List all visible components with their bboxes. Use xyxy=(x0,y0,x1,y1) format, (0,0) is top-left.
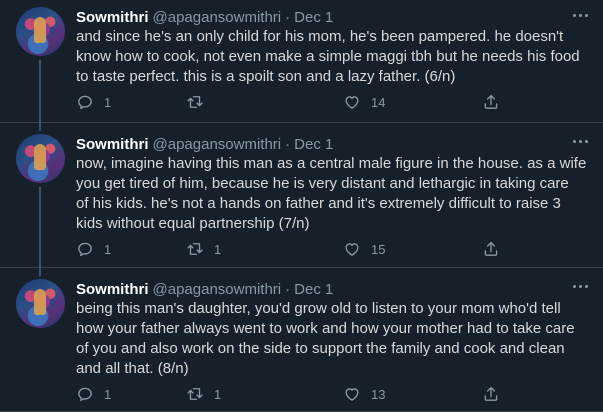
retweet-count: 1 xyxy=(214,386,222,402)
share-button[interactable] xyxy=(482,92,500,112)
tweet-text-line: know how to cook, not even make a simple… xyxy=(76,48,580,65)
reply-icon xyxy=(78,387,92,402)
more-icon xyxy=(572,13,576,17)
avatar[interactable] xyxy=(16,279,65,328)
tweet-actions: 1 1 13 xyxy=(76,384,516,404)
tweet-text-line: being this man's daughter, you'd grow ol… xyxy=(76,300,561,317)
tweet-text-line: kids without equal partnership (7/n) xyxy=(76,215,310,232)
tweet-text-line: of his kids. he's not a hands on father … xyxy=(76,195,561,212)
like-button[interactable]: 15 xyxy=(343,239,385,259)
share-icon xyxy=(484,94,498,109)
like-button[interactable]: 13 xyxy=(343,384,385,404)
more-icon xyxy=(572,139,576,143)
retweet-icon xyxy=(187,388,203,400)
tweet-text-line: to taste perfect. this is a spoilt son a… xyxy=(76,68,456,85)
separator: · xyxy=(285,9,291,26)
user-handle[interactable]: @apagansowmithri xyxy=(153,9,282,26)
tweet-text-line: you get tired of him, because he is very… xyxy=(76,175,569,192)
tweet-text: now, imagine having this man as a centra… xyxy=(76,154,592,234)
like-button[interactable]: 14 xyxy=(343,92,385,112)
tweet-header: Sowmithri @apagansowmithri · Dec 1 xyxy=(76,8,333,27)
tweet-text: being this man's daughter, you'd grow ol… xyxy=(76,299,592,379)
reply-button[interactable]: 1 xyxy=(76,239,111,259)
tweet-text-line: now, imagine having this man as a centra… xyxy=(76,155,587,172)
reply-button[interactable]: 1 xyxy=(76,92,111,112)
tweet-date[interactable]: Dec 1 xyxy=(294,136,333,153)
share-icon xyxy=(484,386,498,401)
retweet-icon xyxy=(187,243,203,255)
share-icon xyxy=(484,241,498,256)
tweet[interactable]: Sowmithri @apagansowmithri · Dec 1 and s… xyxy=(0,0,603,123)
more-icon xyxy=(572,284,576,288)
reply-button[interactable]: 1 xyxy=(76,384,111,404)
retweet-button[interactable]: 1 xyxy=(186,384,221,404)
avatar[interactable] xyxy=(16,7,65,56)
tweet-text-line: of you and also work on the side to supp… xyxy=(76,340,565,357)
tweet-header: Sowmithri @apagansowmithri · Dec 1 xyxy=(76,135,333,154)
tweet-header: Sowmithri @apagansowmithri · Dec 1 xyxy=(76,280,333,299)
more-options-button[interactable] xyxy=(571,277,589,295)
thread-line xyxy=(39,187,41,268)
reply-icon xyxy=(78,95,92,110)
user-handle[interactable]: @apagansowmithri xyxy=(153,281,282,298)
reply-count: 1 xyxy=(104,386,112,402)
like-icon xyxy=(345,243,359,256)
share-button[interactable] xyxy=(482,239,500,259)
user-handle[interactable]: @apagansowmithri xyxy=(153,136,282,153)
avatar[interactable] xyxy=(16,134,65,183)
share-button[interactable] xyxy=(482,384,500,404)
tweet-text-line: how your father always went to work and … xyxy=(76,320,575,337)
retweet-count: 1 xyxy=(214,241,222,257)
tweet-actions: 1 14 xyxy=(76,92,516,112)
more-options-button[interactable] xyxy=(571,132,589,150)
display-name[interactable]: Sowmithri xyxy=(76,9,149,26)
reply-icon xyxy=(78,242,92,257)
display-name[interactable]: Sowmithri xyxy=(76,136,149,153)
tweet-text: and since he's an only child for his mom… xyxy=(76,27,592,87)
reply-count: 1 xyxy=(104,241,112,257)
like-count: 15 xyxy=(371,241,386,257)
retweet-button[interactable] xyxy=(186,92,214,112)
like-count: 13 xyxy=(371,386,386,402)
display-name[interactable]: Sowmithri xyxy=(76,281,149,298)
thread-line xyxy=(39,268,41,276)
thread-line xyxy=(39,60,41,123)
reply-count: 1 xyxy=(104,94,112,110)
retweet-icon xyxy=(187,96,203,108)
separator: · xyxy=(285,281,291,298)
tweet-text-line: and since he's an only child for his mom… xyxy=(76,28,564,45)
like-icon xyxy=(345,388,359,401)
more-options-button[interactable] xyxy=(571,6,589,24)
retweet-button[interactable]: 1 xyxy=(186,239,221,259)
tweet-date[interactable]: Dec 1 xyxy=(294,281,333,298)
tweet-text-line: and all that. (8/n) xyxy=(76,360,189,377)
tweet-actions: 1 1 15 xyxy=(76,239,516,259)
like-icon xyxy=(345,96,359,109)
tweet-date[interactable]: Dec 1 xyxy=(294,9,333,26)
thread-line xyxy=(39,123,41,131)
separator: · xyxy=(285,136,291,153)
like-count: 14 xyxy=(371,94,386,110)
